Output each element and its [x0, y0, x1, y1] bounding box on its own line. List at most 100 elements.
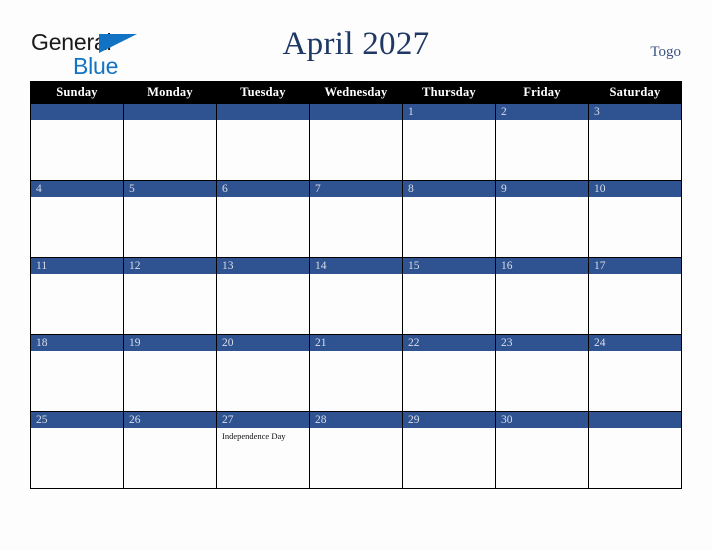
- day-events: [124, 274, 216, 277]
- day-events: [31, 120, 123, 123]
- calendar-page: General Blue April 2027 Togo Sunday Monda…: [0, 0, 712, 550]
- calendar-container: Sunday Monday Tuesday Wednesday Thursday Frid…: [30, 81, 682, 489]
- day-events: [403, 197, 495, 200]
- calendar-day-cell[interactable]: 17: [588, 257, 682, 335]
- day-cell-inner: 14: [310, 258, 402, 334]
- calendar-day-cell[interactable]: 15: [402, 257, 496, 335]
- day-events: [589, 428, 681, 431]
- calendar-day-cell[interactable]: 18: [30, 334, 124, 412]
- calendar-day-cell[interactable]: 10: [588, 180, 682, 258]
- day-events: [124, 120, 216, 123]
- day-number: [589, 412, 681, 428]
- weekday-header-friday: Friday: [495, 81, 589, 104]
- calendar-day-cell[interactable]: 26: [123, 411, 217, 489]
- calendar-day-cell[interactable]: 5: [123, 180, 217, 258]
- weekday-header-tuesday: Tuesday: [216, 81, 310, 104]
- day-number: [310, 104, 402, 120]
- calendar-day-cell[interactable]: 28: [309, 411, 403, 489]
- calendar-empty-cell[interactable]: [30, 103, 124, 181]
- calendar-day-cell[interactable]: 29: [402, 411, 496, 489]
- day-number: 3: [589, 104, 681, 120]
- day-events: [589, 351, 681, 354]
- calendar-day-cell[interactable]: 14: [309, 257, 403, 335]
- day-number: 27: [217, 412, 309, 428]
- day-cell-inner: 5: [124, 181, 216, 257]
- day-events: [403, 274, 495, 277]
- calendar-day-cell[interactable]: 16: [495, 257, 589, 335]
- day-events: [310, 197, 402, 200]
- day-number: 8: [403, 181, 495, 197]
- day-events: [403, 428, 495, 431]
- calendar-week-row: 123: [30, 103, 682, 181]
- weekday-header-sunday: Sunday: [30, 81, 124, 104]
- calendar-day-cell[interactable]: 6: [216, 180, 310, 258]
- day-events: [496, 428, 588, 431]
- weekday-header-row: Sunday Monday Tuesday Wednesday Thursday Frid…: [30, 81, 682, 104]
- day-cell-inner: 2: [496, 104, 588, 180]
- calendar-day-cell[interactable]: 25: [30, 411, 124, 489]
- calendar-day-cell[interactable]: 3: [588, 103, 682, 181]
- calendar-day-cell[interactable]: 4: [30, 180, 124, 258]
- day-events: [589, 197, 681, 200]
- calendar-day-cell[interactable]: 27 Independence Day: [216, 411, 310, 489]
- calendar-empty-cell[interactable]: [123, 103, 217, 181]
- calendar-day-cell[interactable]: 2: [495, 103, 589, 181]
- day-cell-inner: [589, 412, 681, 488]
- page-header: General Blue April 2027 Togo: [0, 0, 712, 80]
- calendar-empty-cell[interactable]: [309, 103, 403, 181]
- day-number: 2: [496, 104, 588, 120]
- calendar-day-cell[interactable]: 23: [495, 334, 589, 412]
- calendar-day-cell[interactable]: 8: [402, 180, 496, 258]
- day-number: 5: [124, 181, 216, 197]
- day-number: 30: [496, 412, 588, 428]
- day-cell-inner: 15: [403, 258, 495, 334]
- day-cell-inner: 3: [589, 104, 681, 180]
- calendar-day-cell[interactable]: 11: [30, 257, 124, 335]
- day-number: 26: [124, 412, 216, 428]
- day-events: [31, 274, 123, 277]
- country-label: Togo: [650, 44, 681, 60]
- day-cell-inner: 29: [403, 412, 495, 488]
- day-cell-inner: 19: [124, 335, 216, 411]
- day-cell-inner: 16: [496, 258, 588, 334]
- day-events: [217, 351, 309, 354]
- calendar-day-cell[interactable]: 1: [402, 103, 496, 181]
- day-cell-inner: 24: [589, 335, 681, 411]
- day-number: [124, 104, 216, 120]
- day-events: [124, 428, 216, 431]
- day-cell-inner: 11: [31, 258, 123, 334]
- day-events: [310, 274, 402, 277]
- day-events: [217, 120, 309, 123]
- calendar-day-cell[interactable]: 12: [123, 257, 217, 335]
- weekday-header-thursday: Thursday: [402, 81, 496, 104]
- calendar-table: Sunday Monday Tuesday Wednesday Thursday Frid…: [30, 81, 682, 489]
- calendar-empty-cell[interactable]: [588, 411, 682, 489]
- day-cell-inner: 6: [217, 181, 309, 257]
- calendar-day-cell[interactable]: 22: [402, 334, 496, 412]
- day-events: [496, 274, 588, 277]
- calendar-body: 1 2 3 4 5 6 7 8 9 10 11 12 13 14 15 16 17 18 19 20 21 22 23 24 2…: [30, 103, 682, 489]
- day-number: 16: [496, 258, 588, 274]
- day-events: [310, 120, 402, 123]
- weekday-header-wednesday: Wednesday: [309, 81, 403, 104]
- day-number: 11: [31, 258, 123, 274]
- calendar-day-cell[interactable]: 21: [309, 334, 403, 412]
- calendar-day-cell[interactable]: 9: [495, 180, 589, 258]
- calendar-day-cell[interactable]: 24: [588, 334, 682, 412]
- day-cell-inner: 20: [217, 335, 309, 411]
- day-cell-inner: 18: [31, 335, 123, 411]
- calendar-day-cell[interactable]: 30: [495, 411, 589, 489]
- calendar-day-cell[interactable]: 13: [216, 257, 310, 335]
- day-number: 17: [589, 258, 681, 274]
- day-events: [310, 428, 402, 431]
- calendar-day-cell[interactable]: 19: [123, 334, 217, 412]
- calendar-day-cell[interactable]: 7: [309, 180, 403, 258]
- day-number: 19: [124, 335, 216, 351]
- day-number: 4: [31, 181, 123, 197]
- day-cell-inner: 23: [496, 335, 588, 411]
- calendar-day-cell[interactable]: 20: [216, 334, 310, 412]
- calendar-empty-cell[interactable]: [216, 103, 310, 181]
- day-cell-inner: 10: [589, 181, 681, 257]
- day-cell-inner: [124, 104, 216, 180]
- day-number: 28: [310, 412, 402, 428]
